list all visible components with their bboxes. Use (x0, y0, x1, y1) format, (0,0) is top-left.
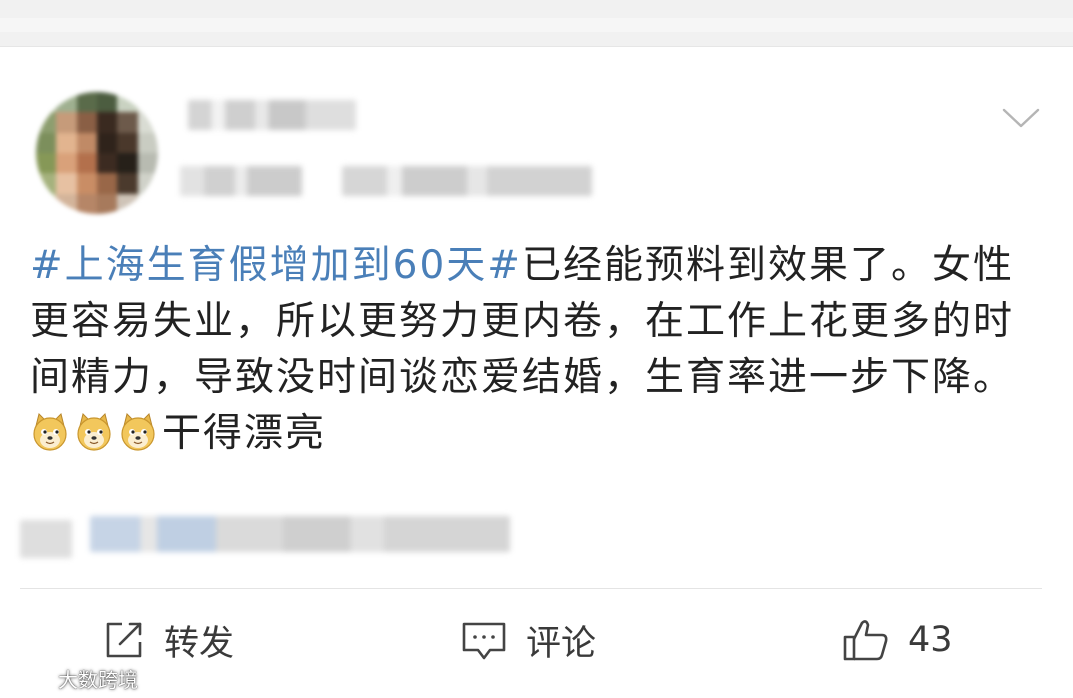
like-button[interactable]: 43 (842, 617, 953, 663)
watermark-text: 大数跨境 (58, 667, 138, 692)
top-strip (0, 0, 1073, 47)
post-meta-redacted (180, 166, 302, 196)
avatar-pixel (76, 153, 97, 174)
comment-button[interactable]: 评论 (460, 617, 597, 664)
thumbs-up-icon (843, 620, 888, 661)
avatar-pixel (36, 173, 57, 194)
avatar-pixel (36, 153, 57, 174)
username-redacted[interactable] (188, 100, 356, 130)
location-icon-redacted (20, 520, 72, 558)
chevron-down-icon[interactable] (1002, 108, 1040, 128)
avatar-pixel (56, 92, 77, 113)
avatar-pixel (97, 132, 118, 153)
avatar-pixel (76, 193, 97, 214)
avatar-pixel (117, 153, 138, 174)
avatar-pixel (97, 112, 118, 133)
doge-emoji-icon (121, 413, 155, 451)
avatar-pixel (137, 92, 158, 113)
avatar-pixel (36, 193, 57, 214)
avatar-pixel (56, 153, 77, 174)
avatar-pixel (117, 112, 138, 133)
avatar-pixel (56, 193, 77, 214)
avatar-pixel (76, 92, 97, 113)
post-link-redacted[interactable] (90, 516, 510, 552)
avatar-pixel (76, 112, 97, 133)
avatar-pixel (137, 153, 158, 174)
hashtag-link[interactable]: #上海生育假增加到60天# (30, 243, 522, 288)
post-text: #上海生育假增加到60天#已经能预料到效果了。女性更容易失业，所以更努力更内卷，… (30, 238, 1040, 462)
comment-bubble-icon (462, 622, 506, 660)
avatar-pixel (137, 112, 158, 133)
post-source-redacted (342, 166, 592, 196)
top-strip-inner (0, 18, 1073, 32)
repost-label: 转发 (164, 623, 235, 664)
avatar-pixel (36, 132, 57, 153)
avatar-pixel (97, 153, 118, 174)
avatar-pixel (56, 132, 77, 153)
avatar-pixel (137, 132, 158, 153)
avatar-pixel (117, 193, 138, 214)
avatar-pixel (117, 92, 138, 113)
avatar-pixel (97, 193, 118, 214)
doge-emoji-icon (33, 413, 67, 451)
avatar-pixel (76, 132, 97, 153)
emoji-row (30, 412, 158, 452)
avatar-pixel (36, 92, 57, 113)
doge-emoji-icon (77, 413, 111, 451)
avatar-pixel (137, 193, 158, 214)
avatar-pixel (97, 173, 118, 194)
watermark-logo-icon (15, 669, 51, 687)
post-body-tail: 干得漂亮 (162, 411, 327, 456)
avatar-pixel (56, 112, 77, 133)
avatar-pixel (36, 112, 57, 133)
avatar[interactable] (36, 92, 158, 214)
avatar-pixel (137, 173, 158, 194)
share-square-icon (106, 622, 142, 658)
avatar-pixel (56, 173, 77, 194)
divider (20, 588, 1042, 589)
like-count: 43 (908, 620, 953, 660)
avatar-pixel (117, 132, 138, 153)
repost-button[interactable]: 转发 (102, 617, 235, 664)
avatar-pixel (97, 92, 118, 113)
avatar-pixel (117, 173, 138, 194)
comment-label: 评论 (526, 623, 597, 664)
avatar-pixel (76, 173, 97, 194)
watermark: 大数跨境 (14, 664, 138, 692)
